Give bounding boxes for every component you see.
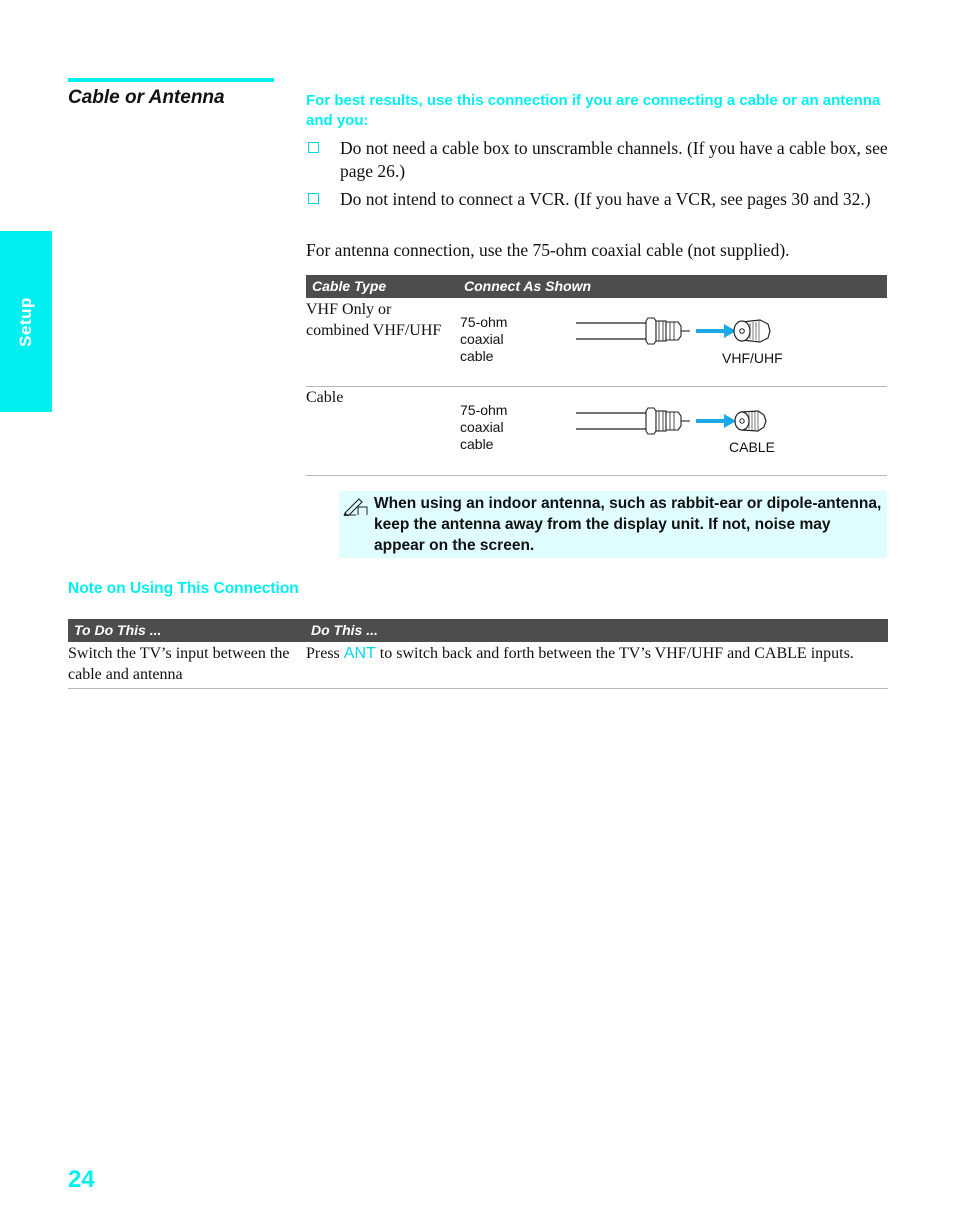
header-cable-type: Cable Type (312, 278, 387, 294)
ant-button-label: ANT (343, 645, 376, 662)
bullet-item: Do not need a cable box to unscramble ch… (306, 137, 891, 183)
arrow-icon (696, 324, 736, 338)
table-row-divider (68, 688, 888, 689)
cable-type-cell: VHF Only or combined VHF/UHF (306, 301, 442, 339)
cable-label-cell: 75-ohm coaxial cable (460, 314, 508, 364)
cable-label-cell: 75-ohm coaxial cable (460, 402, 508, 452)
title-rule (68, 78, 274, 82)
cable-type-cell: Cable (306, 389, 344, 406)
arrow-icon (696, 414, 736, 428)
page-number: 24 (68, 1166, 95, 1193)
note-heading: Note on Using This Connection (68, 580, 299, 597)
vhf-uhf-port-icon (733, 319, 771, 343)
coax-cable-icon (576, 407, 690, 435)
side-tab: Setup (0, 231, 52, 412)
note-table-header: To Do This ... Do This ... (68, 619, 888, 642)
do-suffix: to switch back and forth between the TV’… (375, 645, 854, 662)
table-row-divider (306, 475, 887, 476)
intro-text: For best results, use this connection if… (306, 92, 881, 129)
coax-connection-diagram (576, 407, 767, 435)
do-prefix: Press (306, 645, 344, 662)
antenna-note: For antenna connection, use the 75-ohm c… (306, 240, 790, 260)
tip-box: When using an indoor antenna, such as ra… (339, 491, 887, 558)
port-label: CABLE (729, 439, 775, 455)
side-tab-label: Setup (16, 296, 35, 347)
section-title: Cable or Antenna (68, 87, 225, 108)
checkbox-bullet-icon (308, 142, 319, 153)
cable-port-icon (734, 410, 767, 432)
bullet-text: Do not intend to connect a VCR. (If you … (340, 189, 871, 209)
coax-cable-icon (576, 317, 690, 345)
note-todo-cell: Switch the TV’s input between the cable … (68, 645, 290, 683)
header-to-do-this: To Do This ... (74, 622, 162, 638)
bullet-text: Do not need a cable box to unscramble ch… (340, 138, 888, 181)
bullet-item: Do not intend to connect a VCR. (If you … (306, 188, 891, 211)
tip-text: When using an indoor antenna, such as ra… (374, 495, 882, 554)
checkbox-bullet-icon (308, 193, 319, 204)
connection-table-header: Cable Type Connect As Shown (306, 275, 887, 298)
port-label: VHF/UHF (722, 350, 783, 366)
coax-connection-diagram (576, 317, 771, 345)
header-connect-as-shown: Connect As Shown (464, 278, 592, 294)
pencil-note-icon (343, 498, 368, 516)
note-do-cell: Press ANT to switch back and forth betwe… (306, 643, 866, 664)
header-do-this: Do This ... (311, 622, 378, 638)
